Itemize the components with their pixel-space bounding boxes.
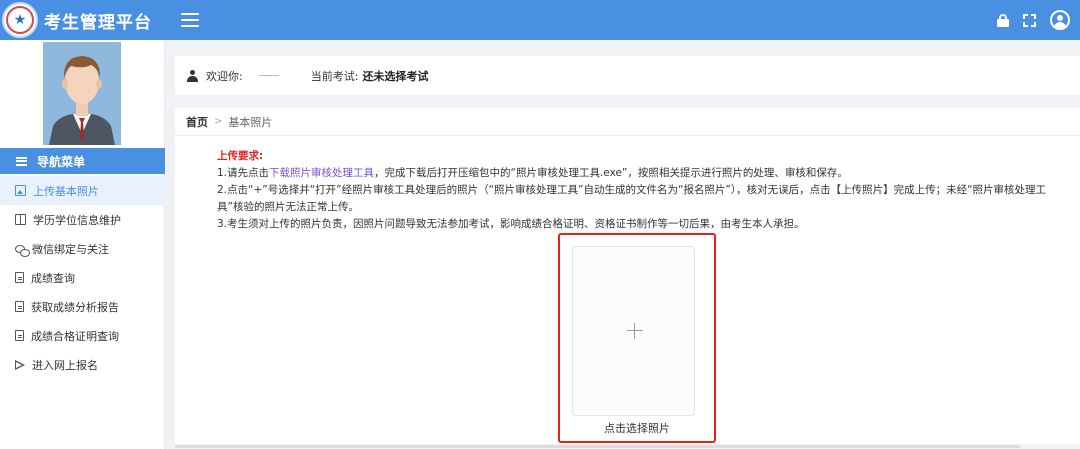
user-circle-icon[interactable]	[1050, 10, 1070, 30]
plus-icon	[627, 323, 643, 339]
requirement-line-2: 2.点击“+”号选择并“打开”经照片审核工具处理后的照片（“照片审核处理工具”自…	[217, 184, 1047, 213]
top-right-toolbar	[997, 10, 1080, 30]
logo-ring: ★	[6, 6, 34, 34]
document-icon	[15, 301, 24, 312]
welcome-greeting: 欢迎你:	[206, 69, 243, 83]
image-icon	[15, 185, 26, 196]
person-icon	[187, 69, 198, 82]
star-icon: ★	[13, 12, 27, 28]
top-bar: ★ 考生管理平台	[0, 0, 1080, 40]
sidebar-item-label: 成绩合格证明查询	[31, 329, 119, 343]
photo-upload-area[interactable]	[572, 246, 695, 416]
sidebar-item-score-query[interactable]: 成绩查询	[0, 263, 165, 292]
sidebar: 导航菜单 上传基本照片 学历学位信息维护 微信绑定与关注 成绩查询 获取成绩分析…	[0, 40, 165, 449]
sidebar-item-label: 进入网上报名	[32, 358, 98, 372]
avatar	[43, 42, 121, 145]
brand: ★ 考生管理平台	[0, 0, 165, 40]
document-icon	[15, 330, 24, 341]
sidebar-item-score-report[interactable]: 获取成绩分析报告	[0, 292, 165, 321]
sidebar-item-label: 成绩查询	[31, 271, 75, 285]
upload-caption[interactable]: 点击选择照片	[558, 420, 716, 436]
sidebar-item-label: 学历学位信息维护	[33, 213, 121, 227]
hamburger-menu-icon[interactable]	[181, 13, 199, 27]
user-name-placeholder	[258, 75, 279, 76]
fullscreen-icon[interactable]	[1023, 13, 1036, 27]
app-title: 考生管理平台	[44, 12, 152, 33]
menu-icon	[16, 156, 27, 166]
sidebar-item-label: 上传基本照片	[33, 184, 99, 198]
sidebar-item-label: 获取成绩分析报告	[31, 300, 119, 314]
download-tool-link[interactable]: 下载照片审核处理工具	[269, 167, 374, 179]
requirements-title: 上传要求:	[217, 150, 264, 162]
breadcrumb-home[interactable]: 首页	[186, 114, 208, 130]
sidebar-item-label: 微信绑定与关注	[32, 242, 109, 256]
chevron-right-icon: >	[214, 116, 223, 127]
book-icon	[15, 214, 26, 225]
sidebar-item-online-registration[interactable]: 进入网上报名	[0, 350, 165, 379]
sidebar-item-upload-photo[interactable]: 上传基本照片	[0, 176, 165, 205]
current-exam-label: 当前考试:	[310, 69, 359, 83]
requirement-line-1-suffix: ，完成下载后打开压缩包中的“照片审核处理工具.exe”，按照相关提示进行照片的处…	[374, 167, 848, 179]
platform-logo: ★	[2, 2, 38, 38]
breadcrumb-current: 基本照片	[228, 115, 273, 129]
horizontal-scrollbar[interactable]	[175, 444, 1080, 449]
requirement-line-3: 3.考生须对上传的照片负责，因照片问题导致无法参加考试，影响成绩合格证明、资格证…	[217, 218, 805, 230]
nav-list: 上传基本照片 学历学位信息维护 微信绑定与关注 成绩查询 获取成绩分析报告 成绩…	[0, 176, 165, 379]
sidebar-item-wechat-binding[interactable]: 微信绑定与关注	[0, 234, 165, 263]
welcome-bar: 欢迎你: 当前考试: 还未选择考试	[175, 56, 1080, 95]
scrollbar-thumb[interactable]	[175, 445, 1020, 448]
chat-icon	[15, 244, 30, 257]
nav-menu-header: 导航菜单	[0, 148, 165, 174]
lock-icon[interactable]	[997, 13, 1009, 27]
sidebar-item-certificate-query[interactable]: 成绩合格证明查询	[0, 321, 165, 350]
sidebar-item-education-info[interactable]: 学历学位信息维护	[0, 205, 165, 234]
document-icon	[15, 272, 24, 283]
upload-requirements: 上传要求: 1.请先点击下载照片审核处理工具，完成下载后打开压缩包中的“照片审核…	[217, 148, 1047, 233]
current-exam-value: 还未选择考试	[362, 69, 429, 83]
nav-menu-title: 导航菜单	[37, 154, 86, 169]
breadcrumb: 首页 > 基本照片	[175, 108, 1080, 136]
send-icon	[15, 359, 25, 370]
requirement-line-1: 1.请先点击下载照片审核处理工具，完成下载后打开压缩包中的“照片审核处理工具.e…	[217, 165, 1047, 182]
requirement-line-1-prefix: 1.请先点击	[217, 167, 270, 179]
main-panel: 首页 > 基本照片 上传要求: 1.请先点击下载照片审核处理工具，完成下载后打开…	[175, 108, 1080, 444]
